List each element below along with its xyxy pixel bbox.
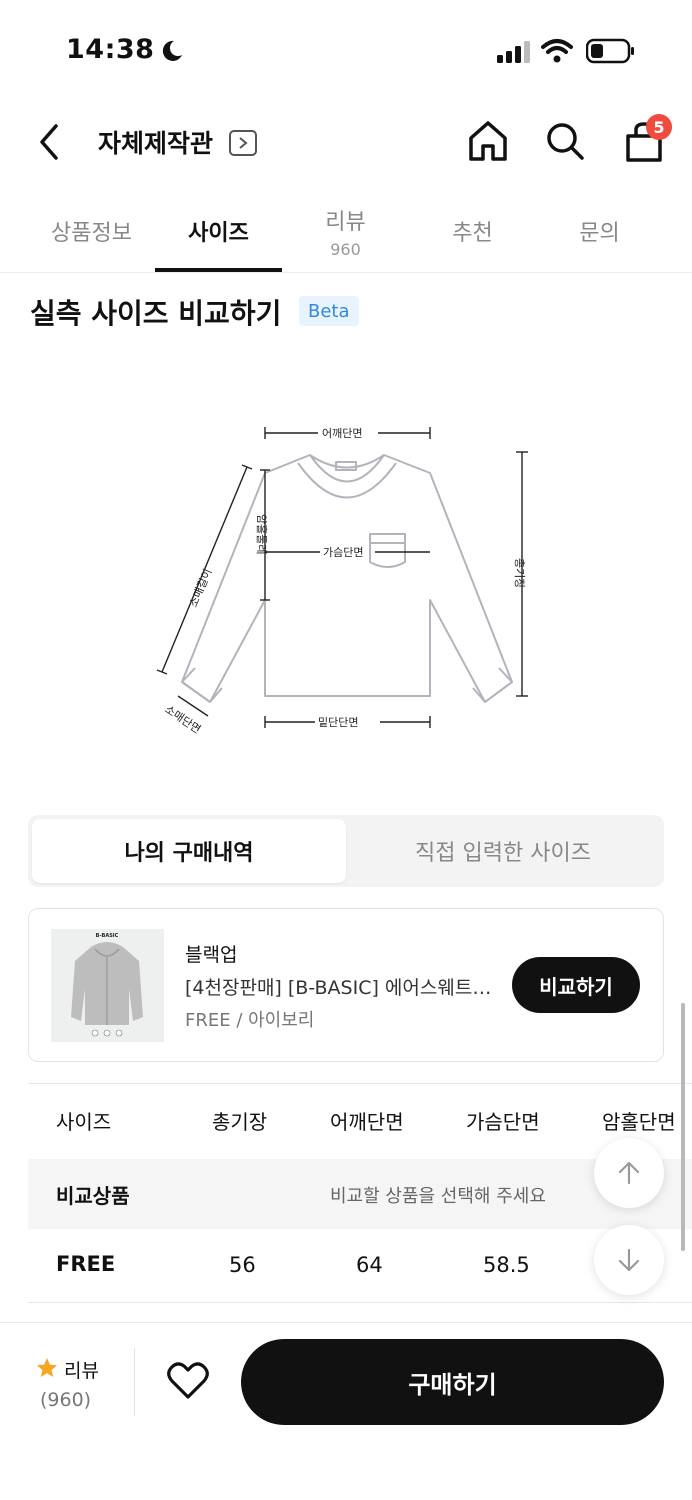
- column-header-shoulder: 어깨단면: [330, 1110, 404, 1134]
- review-count[interactable]: (960): [40, 1389, 91, 1411]
- tab-label: 추천: [452, 221, 493, 246]
- label-shoulder: 어깨단면: [322, 427, 362, 440]
- size-diagram: 어깨단면 가슴단면 밑단단면 암홀둘레 총기장 소매길이 소매단면: [156, 427, 528, 736]
- product-option: FREE / 아이보리: [185, 1010, 315, 1031]
- tab-label: 리뷰: [325, 209, 366, 235]
- tab-size[interactable]: 사이즈: [155, 190, 282, 272]
- label-armhole: 암홀둘레: [255, 514, 268, 554]
- home-icon[interactable]: [466, 118, 510, 164]
- tab-review-count: 960: [330, 239, 361, 259]
- battery-icon: [586, 38, 634, 64]
- divider: [0, 272, 692, 273]
- column-header-size: 사이즈: [56, 1110, 112, 1134]
- cart-count-badge: 5: [646, 114, 672, 140]
- wifi-icon: [541, 39, 573, 63]
- compare-row-label: 비교상품: [56, 1184, 130, 1208]
- status-time: 14:38: [66, 34, 155, 65]
- divider: [28, 1083, 692, 1084]
- back-icon[interactable]: [30, 118, 70, 166]
- segment-manual-size[interactable]: 직접 입력한 사이즈: [346, 819, 660, 883]
- review-label[interactable]: 리뷰: [64, 1356, 99, 1383]
- product-name: [4천장판매] [B-BASIC] 에어스웨트 후드 집업: [185, 977, 495, 999]
- product-brand: 블랙업: [185, 944, 238, 966]
- product-thumbnail[interactable]: B-BASIC: [51, 929, 164, 1042]
- scroll-down-button[interactable]: [594, 1225, 664, 1295]
- arrow-down-icon: [618, 1248, 640, 1272]
- column-header-armhole: 암홀단면: [602, 1110, 676, 1134]
- segment-my-purchases[interactable]: 나의 구매내역: [32, 819, 346, 883]
- tab-label: 사이즈: [188, 221, 249, 246]
- page-title[interactable]: 자체제작관: [98, 124, 213, 160]
- label-sleeve-width: 소매단면: [162, 703, 203, 736]
- label-sleeve-length: 소매길이: [187, 567, 215, 609]
- compare-row-message: 비교할 상품을 선택해 주세요: [330, 1186, 546, 1207]
- beta-badge: Beta: [299, 296, 359, 326]
- heart-icon[interactable]: [166, 1360, 210, 1400]
- tab-recommend[interactable]: 추천: [409, 190, 536, 272]
- divider: [28, 1302, 692, 1303]
- cell-shoulder: 64: [356, 1253, 383, 1277]
- column-header-chest: 가슴단면: [466, 1110, 540, 1134]
- scrollbar[interactable]: [681, 1003, 685, 1251]
- cell-chest: 58.5: [483, 1253, 530, 1277]
- label-chest: 가슴단면: [323, 546, 363, 559]
- section-title: 실측 사이즈 비교하기: [30, 297, 282, 330]
- star-icon: [37, 1358, 57, 1377]
- tab-label: 문의: [579, 221, 620, 246]
- search-icon[interactable]: [543, 118, 587, 164]
- arrow-up-icon: [618, 1161, 640, 1185]
- tab-label: 상품정보: [51, 221, 132, 246]
- signal-icon: [497, 41, 530, 63]
- size-row-label: FREE: [56, 1252, 116, 1276]
- tab-inquiry[interactable]: 문의: [536, 190, 663, 272]
- column-header-total-length: 총기장: [212, 1110, 268, 1134]
- divider: [134, 1348, 135, 1416]
- scroll-up-button[interactable]: [594, 1138, 664, 1208]
- label-hem: 밑단단면: [318, 716, 358, 729]
- moon-icon: [162, 40, 182, 61]
- thumb-brand: B-BASIC: [96, 933, 119, 939]
- label-total-length: 총기장: [513, 558, 526, 588]
- buy-button[interactable]: 구매하기: [241, 1339, 664, 1425]
- chevron-right-icon[interactable]: [229, 130, 257, 156]
- tab-review[interactable]: 리뷰 960: [282, 190, 409, 272]
- compare-button[interactable]: 비교하기: [512, 957, 640, 1013]
- cell-total-length: 56: [229, 1253, 256, 1277]
- tab-product-info[interactable]: 상품정보: [28, 190, 155, 272]
